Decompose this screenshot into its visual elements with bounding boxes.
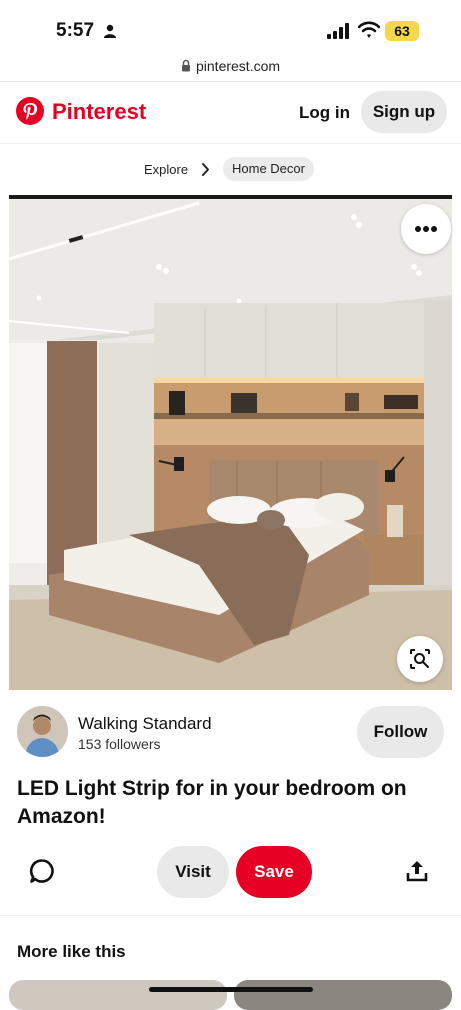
lock-icon — [182, 59, 190, 72]
bedroom-photo — [9, 195, 452, 690]
wifi-icon — [358, 21, 380, 38]
section-divider — [0, 915, 461, 916]
header-divider — [0, 143, 461, 144]
related-pin-thumbnail[interactable] — [9, 980, 227, 1010]
pin-title: LED Light Strip for in your bedroom on A… — [17, 777, 407, 828]
url-bar[interactable]: pinterest.com — [196, 58, 280, 74]
pin-image[interactable] — [9, 195, 452, 690]
share-icon[interactable] — [405, 859, 429, 883]
more-options-button[interactable] — [401, 204, 451, 254]
pinterest-logo-icon[interactable] — [16, 97, 44, 125]
comment-icon[interactable] — [29, 858, 55, 884]
breadcrumb-home-decor[interactable]: Home Decor — [223, 157, 314, 181]
lens-search-icon — [410, 649, 430, 669]
signup-button[interactable]: Sign up — [361, 91, 447, 133]
visit-button[interactable]: Visit — [157, 846, 229, 898]
author-name[interactable]: Walking Standard — [78, 714, 212, 734]
login-button[interactable]: Log in — [299, 103, 350, 123]
related-pin-thumbnail[interactable] — [234, 980, 452, 1010]
chevron-right-icon — [202, 163, 209, 176]
home-indicator[interactable] — [149, 987, 313, 992]
battery-indicator: 63 — [385, 21, 419, 41]
status-time: 5:57 — [56, 20, 95, 41]
browser-divider — [0, 81, 461, 82]
breadcrumb-explore[interactable]: Explore — [144, 162, 188, 177]
signal-icon — [327, 23, 349, 39]
brand-name[interactable]: Pinterest — [52, 99, 146, 125]
follower-count: 153 followers — [78, 736, 161, 752]
save-button[interactable]: Save — [236, 846, 312, 898]
person-icon — [104, 24, 116, 38]
follow-button[interactable]: Follow — [357, 706, 444, 758]
author-avatar[interactable] — [17, 706, 68, 757]
visual-search-button[interactable] — [397, 636, 443, 682]
ellipsis-icon — [415, 226, 437, 232]
more-like-this-heading: More like this — [17, 942, 126, 961]
